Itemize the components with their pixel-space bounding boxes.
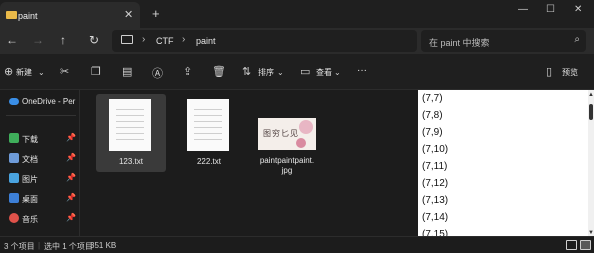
forward-button[interactable]: → [32,33,44,47]
back-button[interactable]: ← [6,33,18,47]
title-bar: paint ✕ + — ☐ ✕ [0,0,594,28]
desktop-icon [9,193,19,203]
text-file-icon [109,99,151,151]
cut-icon[interactable]: ✂ [60,65,69,78]
sidebar-item-label: OneDrive - Per [22,97,76,106]
command-bar: ⊕ 新建 ⌄ ✂ ❐ ▤ Ⓐ ⇪ 🗑 ⇅ 排序 ⌄ ▭ 查看 ⌄ ··· ▯ 预… [0,54,594,90]
preview-line: (7,9) [422,127,443,138]
sidebar-item-documents[interactable]: 文档 📌 [0,150,80,168]
paste-icon[interactable]: ▤ [122,65,132,78]
preview-line: (7,13) [422,195,449,206]
this-pc-icon [121,35,133,44]
preview-scrollbar[interactable]: ▲ ▼ [588,90,594,238]
picture-icon [9,173,19,183]
selected-count: 选中 1 个项目 [44,242,93,251]
view-icon[interactable]: ▭ [300,65,310,78]
file-name: paintpaintpaint. jpg [259,156,315,175]
chevron-down-icon[interactable]: ⌄ [277,68,284,77]
file-name: 222.txt [196,157,221,166]
preview-pane: (7,7) (7,8) (7,9) (7,10) (7,11) (7,12) (… [418,90,594,238]
sidebar-item-label: 桌面 [22,195,38,204]
pin-icon: 📌 [66,193,76,202]
share-icon[interactable]: ⇪ [183,65,192,78]
more-options-button[interactable]: ··· [357,65,367,76]
status-divider: | [38,241,41,250]
sidebar-item-label: 下载 [22,135,38,144]
sidebar-item-desktop[interactable]: 桌面 📌 [0,190,80,208]
maximize-button[interactable]: ☐ [546,4,555,15]
new-button-label[interactable]: 新建 [16,67,32,78]
tab-title: paint [18,11,38,21]
search-input[interactable]: 在 paint 中搜索 ⌕ [421,30,586,52]
refresh-button[interactable]: ↻ [89,33,99,47]
delete-icon[interactable]: 🗑 [212,65,226,78]
document-icon [9,153,19,163]
preview-line: (7,7) [422,93,443,104]
download-icon [9,133,19,143]
close-window-button[interactable]: ✕ [574,4,582,15]
file-name: 123.txt [118,157,143,166]
chevron-down-icon[interactable]: ⌄ [38,68,45,77]
file-item-222-txt[interactable]: 222.txt [174,94,244,172]
breadcrumb-separator: › [142,34,146,45]
search-placeholder: 在 paint 中搜索 [429,38,490,48]
new-icon[interactable]: ⊕ [4,65,13,78]
large-icons-view-icon[interactable] [580,240,591,250]
music-icon [9,213,19,223]
copy-icon[interactable]: ❐ [91,65,101,78]
preview-button-label[interactable]: 预览 [562,67,578,78]
minimize-button[interactable]: — [518,4,528,15]
file-list: 123.txt 222.txt 图穷匕见 paintpaintpaint. jp… [80,90,418,236]
sort-button-label[interactable]: 排序 [258,67,274,78]
preview-line: (7,11) [422,161,448,172]
file-item-123-txt[interactable]: 123.txt [96,94,166,172]
details-view-icon[interactable] [566,240,577,250]
sidebar-item-music[interactable]: 音乐 📌 [0,210,80,228]
preview-line: (7,12) [422,178,449,189]
preview-line: (7,10) [422,144,449,155]
sidebar-divider [6,115,76,116]
preview-line: (7,8) [422,110,443,121]
sort-icon[interactable]: ⇅ [242,65,251,78]
address-row: ← → ↑ ↻ › CTF › paint 在 paint 中搜索 ⌕ [0,28,594,54]
sidebar-item-downloads[interactable]: 下载 📌 [0,130,80,148]
up-button[interactable]: ↑ [60,33,66,47]
tab-paint[interactable]: paint ✕ [0,2,140,28]
text-file-icon [187,99,229,151]
sidebar-item-label: 音乐 [22,215,38,224]
search-icon: ⌕ [574,34,580,45]
breadcrumb-separator: › [182,34,186,45]
sidebar-item-label: 图片 [22,175,38,184]
pin-icon: 📌 [66,173,76,182]
rename-icon[interactable]: Ⓐ [152,65,163,81]
sidebar-item-onedrive[interactable]: OneDrive - Per [0,93,80,111]
scroll-thumb[interactable] [589,104,593,120]
file-item-paintpaintpaint-jpg[interactable]: 图穷匕见 paintpaintpaint. jpg [252,90,322,180]
image-thumbnail: 图穷匕见 [258,118,316,150]
folder-icon [6,11,17,19]
pin-icon: 📌 [66,153,76,162]
cloud-icon [9,98,19,105]
thumbnail-text: 图穷匕见 [263,129,299,138]
sidebar-item-pictures[interactable]: 图片 📌 [0,170,80,188]
scroll-up-icon[interactable]: ▲ [588,92,594,98]
preview-pane-icon[interactable]: ▯ [546,65,552,78]
item-count: 3 个项目 [4,242,35,251]
pin-icon: 📌 [66,133,76,142]
address-bar[interactable]: › CTF › paint [112,30,417,52]
breadcrumb-ctf[interactable]: CTF [156,36,174,46]
navigation-pane: OneDrive - Per 下载 📌 文档 📌 图片 📌 桌面 📌 音乐 📌 [0,90,80,236]
breadcrumb-paint[interactable]: paint [196,36,216,46]
selected-size: 351 KB [90,241,117,250]
preview-line: (7,14) [422,212,449,223]
pin-icon: 📌 [66,213,76,222]
chevron-down-icon[interactable]: ⌄ [334,68,341,77]
tab-close-icon[interactable]: ✕ [124,8,133,21]
new-tab-button[interactable]: + [152,6,160,21]
text-preview[interactable]: (7,7) (7,8) (7,9) (7,10) (7,11) (7,12) (… [418,90,588,238]
status-bar: 3 个项目 | 选中 1 个项目 351 KB [0,236,594,253]
sidebar-item-label: 文档 [22,155,38,164]
view-button-label[interactable]: 查看 [316,67,332,78]
